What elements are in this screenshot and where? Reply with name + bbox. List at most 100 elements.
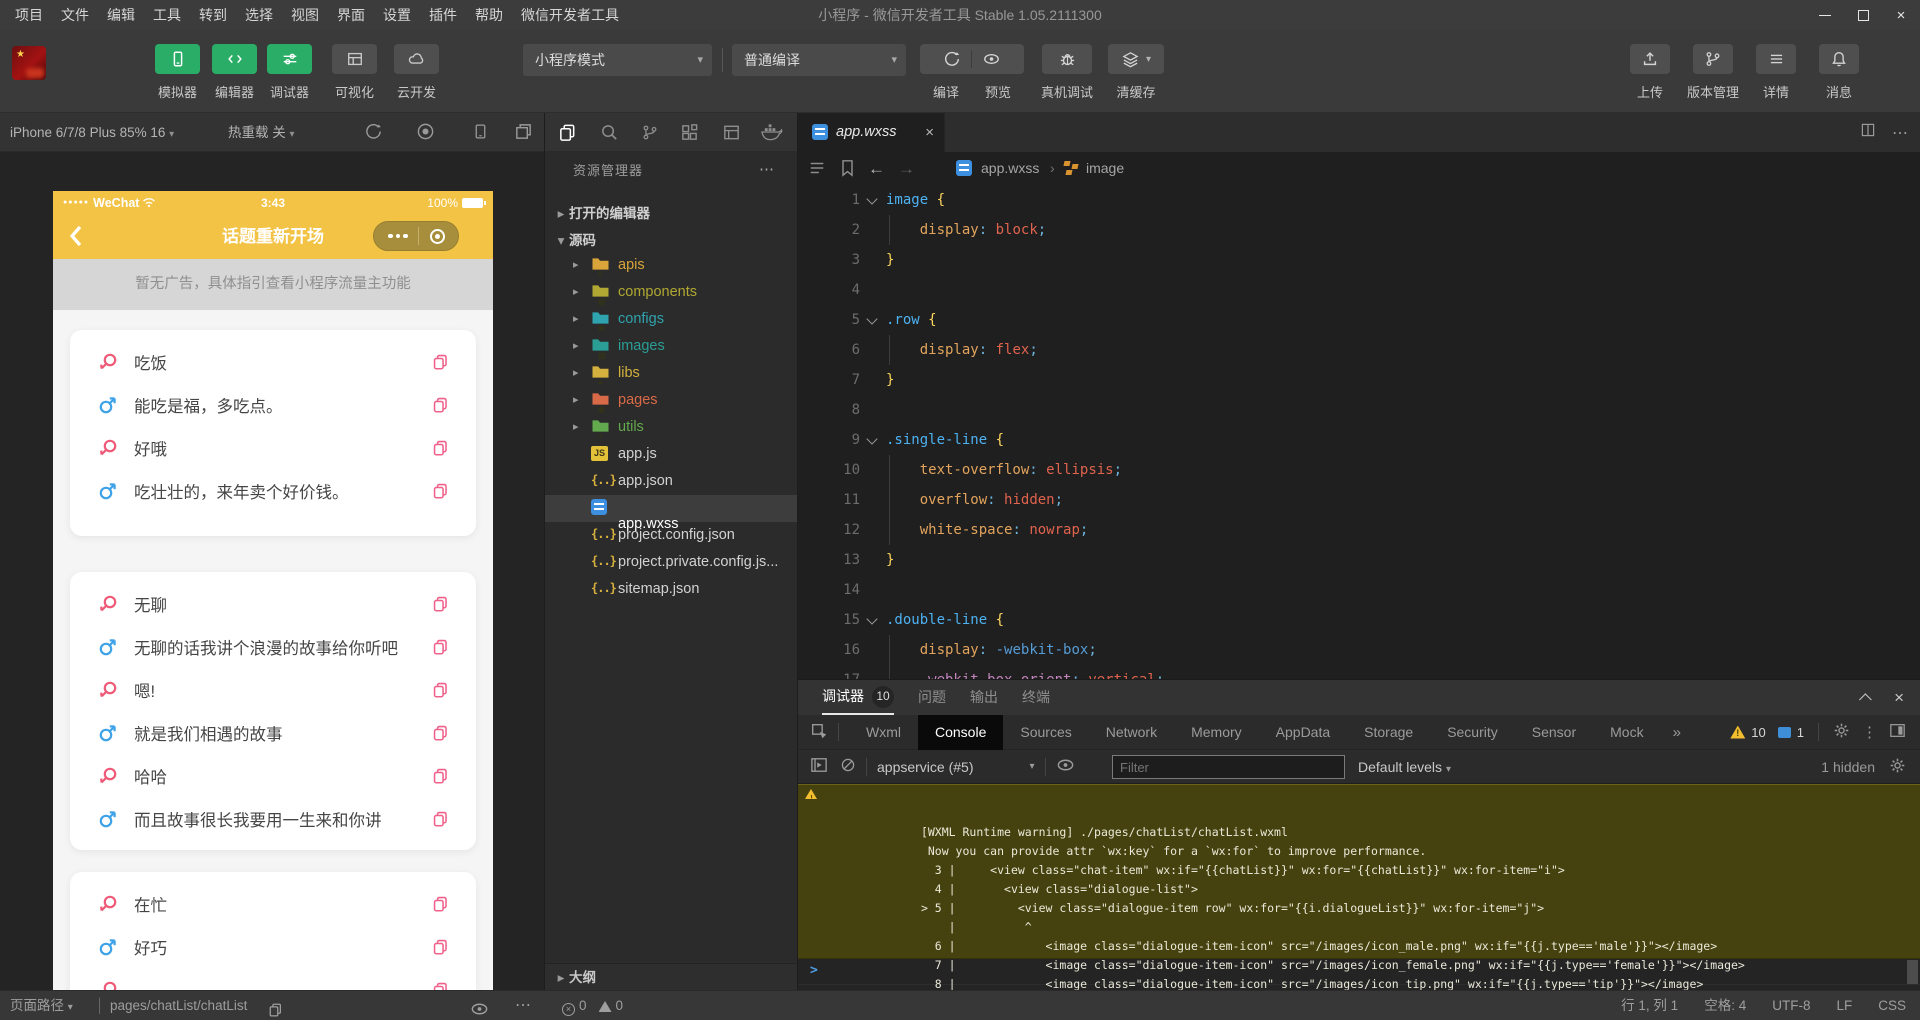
tree-item[interactable]: ▸ ◉ JS {..} pages [545,387,797,414]
docker-icon[interactable] [761,123,783,144]
tree-item[interactable]: ▸ JS {..} project.config.json [545,522,797,549]
encoding-setting[interactable]: UTF-8 [1772,991,1810,1020]
tree-item[interactable]: ▸ ✱ JS {..} configs [545,306,797,333]
devtools-tab[interactable]: Memory [1174,715,1259,750]
breadcrumb-symbol[interactable]: image [1086,152,1124,185]
mode-select[interactable]: 小程序模式 ▾ [523,44,712,76]
fold-chevron-icon[interactable] [866,613,878,625]
copy-icon[interactable] [432,595,449,617]
menu-item[interactable]: 插件 [420,0,466,30]
copy-icon[interactable] [432,938,449,960]
stop-icon[interactable] [416,122,435,144]
outline-section[interactable]: ▸ 大纲 [545,963,797,990]
devtools-tab[interactable]: AppData [1259,715,1347,750]
source-control-icon[interactable] [641,123,659,145]
console-output[interactable]: ! [WXML Runtime warning] ./pages/chatLis… [798,784,1920,990]
fold-chevron-icon[interactable] [866,313,878,325]
source-section[interactable]: ▾ 源码 [545,227,797,254]
menu-item[interactable]: 视图 [282,0,328,30]
copy-icon[interactable] [432,981,449,990]
debugger-tab[interactable]: 终端 [1022,680,1050,715]
visualization-button[interactable] [332,44,377,74]
restart-icon[interactable] [364,122,383,144]
preview-page-icon[interactable] [470,998,489,1020]
preview-button[interactable] [982,50,1001,68]
eol-setting[interactable]: LF [1836,991,1852,1020]
inspect-icon[interactable] [810,722,828,743]
dock-side-icon[interactable] [1889,723,1906,741]
menu-item[interactable]: 文件 [52,0,98,30]
console-filter-input[interactable] [1112,755,1345,779]
tree-item[interactable]: ▸ JS {..} sitemap.json [545,576,797,603]
kebab-menu-icon[interactable]: ⋮ [1862,723,1877,741]
tree-item[interactable]: ▸ ▤ JS {..} components [545,279,797,306]
devtools-tab[interactable]: Network [1089,715,1174,750]
tree-item[interactable]: ▸ ▨ JS {..} images [545,333,797,360]
problems-indicator[interactable]: × 0 0 [562,991,623,1020]
tree-item[interactable]: ▸ JS {..} app.wxss [545,495,797,532]
tree-item[interactable]: ▸ # JS {..} apis [545,252,797,279]
debugger-button[interactable] [267,44,312,74]
tree-item[interactable]: ▸ JS {..} app.js [545,441,797,468]
tree-item[interactable]: ▸ JS {..} project.private.config.js... [545,549,797,576]
simulator-button[interactable] [155,44,200,74]
messages-button[interactable] [1819,44,1859,74]
menu-item[interactable]: 微信开发者工具 [512,0,628,30]
maximize-button[interactable] [1844,0,1882,30]
devtools-tab[interactable]: Storage [1347,715,1430,750]
nav-back-icon[interactable]: ← [868,152,885,185]
clear-console-icon[interactable] [840,757,856,776]
version-control-button[interactable] [1693,44,1733,74]
tree-item[interactable]: ▸ + JS {..} utils [545,414,797,441]
copy-icon[interactable] [432,638,449,660]
device-select[interactable]: iPhone 6/7/8 Plus 85% 16 ▾ [10,113,174,154]
device-frame-icon[interactable] [472,122,489,144]
hot-reload-toggle[interactable]: 热重载 关 ▾ [228,113,295,154]
breadcrumb-file[interactable]: app.wxss [981,152,1039,185]
npm-panel-icon[interactable] [722,123,741,145]
menu-item[interactable]: 工具 [144,0,190,30]
copy-icon[interactable] [432,482,449,504]
cloud-dev-button[interactable] [394,44,439,74]
split-editor-icon[interactable] [1860,122,1876,143]
outline-list-icon[interactable] [808,159,826,180]
code-editor[interactable]: 1 image { 2 display: block; 3} 4 5 .row… [798,185,1920,679]
tab-overflow-icon[interactable]: » [1661,724,1693,741]
context-select[interactable]: appservice (#5) [877,759,974,775]
close-button[interactable]: × [1882,0,1920,30]
capsule-menu[interactable] [373,221,459,251]
copy-path-icon[interactable] [268,998,283,1020]
search-icon[interactable] [600,123,619,145]
copy-icon[interactable] [432,353,449,375]
fold-chevron-icon[interactable] [866,433,878,445]
scrollbar-thumb[interactable] [1907,960,1918,984]
copy-icon[interactable] [432,681,449,703]
tree-item[interactable]: ▸ JS {..} app.json [545,468,797,495]
debugger-tab[interactable]: 输出 [970,680,998,715]
clear-cache-button[interactable]: ▾ [1108,44,1164,74]
debugger-tab[interactable]: 调试器 10 [822,680,894,715]
menu-item[interactable]: 编辑 [98,0,144,30]
upload-button[interactable] [1630,44,1670,74]
tree-item[interactable]: ▸ ● JS {..} libs [545,360,797,387]
tab-app-wxss[interactable]: app.wxss × [798,113,945,152]
copy-icon[interactable] [432,810,449,832]
copy-icon[interactable] [432,767,449,789]
copy-icon[interactable] [432,895,449,917]
warning-icon[interactable]: ! [1730,725,1746,739]
more-actions-icon[interactable]: ⋯ [759,157,775,183]
multi-window-icon[interactable] [514,122,533,144]
user-avatar[interactable]: ★ [12,46,46,80]
language-mode[interactable]: CSS [1878,991,1906,1020]
devtools-tab[interactable]: Mock [1593,715,1660,750]
devtools-tab[interactable]: Sources [1003,715,1088,750]
menu-item[interactable]: 项目 [6,0,52,30]
extensions-icon[interactable] [680,123,699,145]
files-icon[interactable] [558,123,577,145]
devtools-tab[interactable]: Sensor [1515,715,1593,750]
minimize-button[interactable] [1806,0,1844,30]
close-tab-icon[interactable]: × [925,113,934,152]
menu-item[interactable]: 转到 [190,0,236,30]
console-eye-icon[interactable] [1056,757,1075,776]
page-path-menu[interactable]: 页面路径 ▾ [10,991,73,1020]
